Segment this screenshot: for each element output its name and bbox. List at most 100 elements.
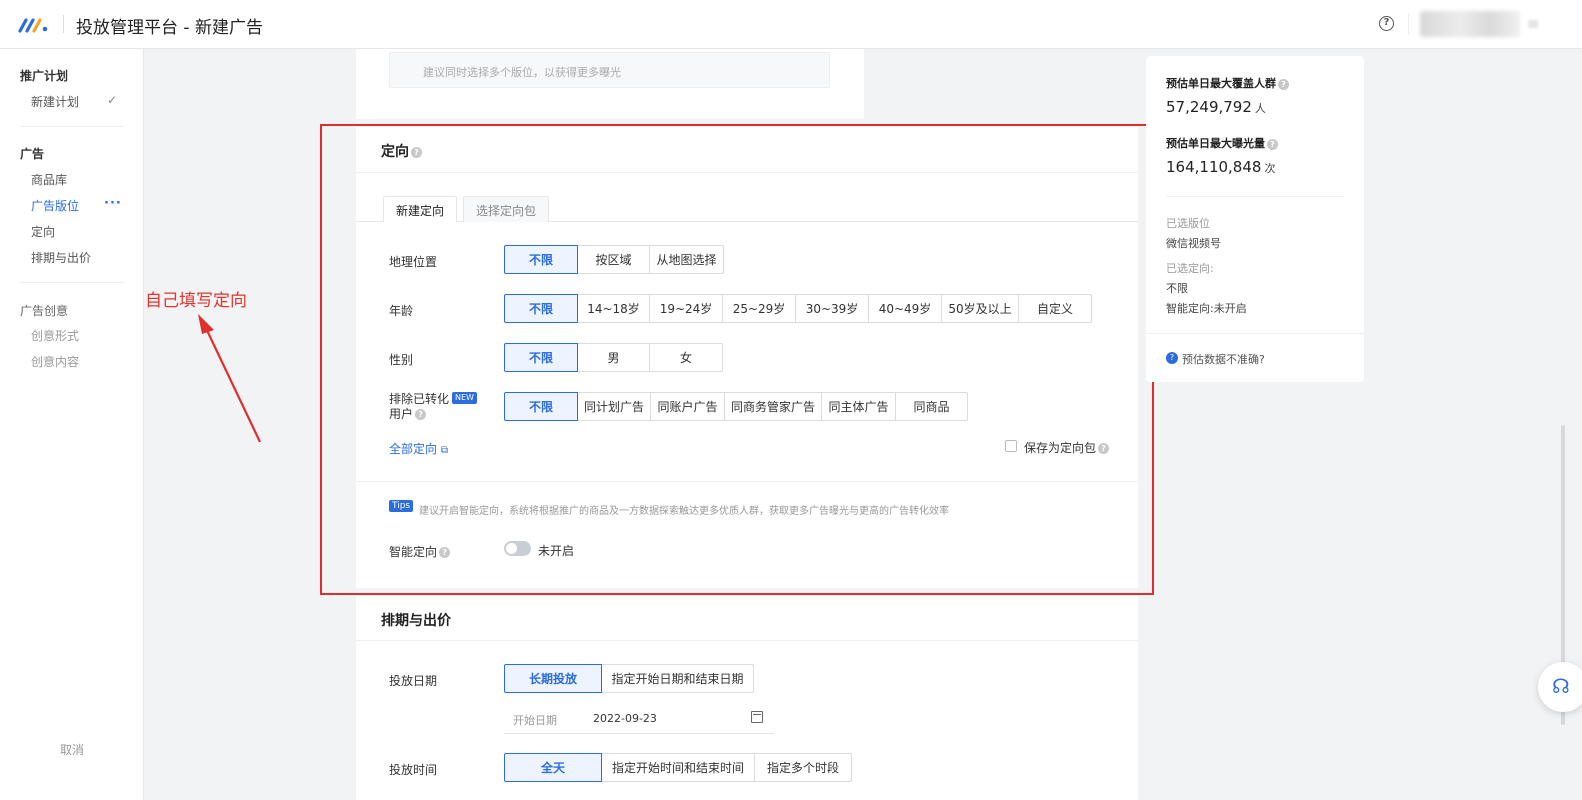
location-label: 地理位置 <box>389 255 438 269</box>
exclude-label-line1: 排除已转化 <box>389 392 450 406</box>
reach-label: 预估单日最大覆盖人群? <box>1166 75 1289 91</box>
exclude-label-line2: 用户 <box>389 407 414 421</box>
save-package-label[interactable]: 保存为定向包? <box>1024 439 1110 456</box>
estimate-feedback-link[interactable]: 预估数据不准确? <box>1182 351 1265 367</box>
sidebar-item-creative-format[interactable]: 创意形式 <box>31 327 79 344</box>
sidebar-divider <box>20 282 124 283</box>
exclude-selector: 不限 同计划广告 同账户广告 同商务管家广告 同主体广告 同商品 <box>504 392 968 421</box>
impression-unit: 次 <box>1264 162 1276 175</box>
user-menu-blurred[interactable] <box>1528 20 1538 28</box>
gender-selector: 不限 男 女 <box>504 343 723 372</box>
exclude-option-any[interactable]: 不限 <box>504 392 578 421</box>
age-option-14-18[interactable]: 14~18岁 <box>577 294 650 323</box>
title-divider <box>356 640 1138 641</box>
impression-value: 164,110,848 次 <box>1166 158 1275 176</box>
smart-targeting-toggle[interactable] <box>504 541 531 556</box>
age-option-25-29[interactable]: 25~29岁 <box>722 294 796 323</box>
age-option-30-39[interactable]: 30~39岁 <box>795 294 869 323</box>
save-package-checkbox[interactable] <box>1005 440 1017 452</box>
location-option-region[interactable]: 按区域 <box>577 245 650 274</box>
selected-placement-value: 微信视频号 <box>1166 237 1221 250</box>
headset-icon: ☊ <box>1552 674 1570 698</box>
sidebar-item-ad-placement[interactable]: 广告版位 <box>31 197 79 214</box>
help-icon[interactable]: ? <box>1379 16 1394 31</box>
age-option-19-24[interactable]: 19~24岁 <box>649 294 723 323</box>
panel-divider <box>1166 196 1344 197</box>
time-option-range[interactable]: 指定开始时间和结束时间 <box>601 753 755 782</box>
targeting-title-text: 定向 <box>381 144 409 160</box>
question-icon[interactable]: ? <box>1267 138 1278 150</box>
question-icon[interactable]: ? <box>439 547 451 558</box>
location-selector: 不限 按区域 从地图选择 <box>504 245 724 274</box>
all-targeting-text[interactable]: 全部定向 <box>389 442 437 456</box>
date-option-range[interactable]: 指定开始日期和结束日期 <box>601 664 754 693</box>
age-option-any[interactable]: 不限 <box>504 294 578 323</box>
panel-divider <box>1146 333 1364 334</box>
exclude-option-same-account[interactable]: 同账户广告 <box>650 392 725 421</box>
age-label: 年龄 <box>389 304 414 318</box>
age-selector: 不限 14~18岁 19~24岁 25~29岁 30~39岁 40~49岁 50… <box>504 294 1092 323</box>
smart-targeting-summary: 智能定向:未开启 <box>1166 302 1247 315</box>
date-option-long-term[interactable]: 长期投放 <box>504 664 602 693</box>
gender-label: 性别 <box>389 353 414 367</box>
user-account-blurred[interactable] <box>1420 11 1520 37</box>
tab-select-package[interactable]: 选择定向包 <box>463 196 550 222</box>
gender-option-female[interactable]: 女 <box>649 343 723 372</box>
selected-placement-label: 已选版位 <box>1166 217 1210 230</box>
cancel-button[interactable]: 取消 <box>60 741 84 758</box>
location-option-map[interactable]: 从地图选择 <box>649 245 724 274</box>
impression-label: 预估单日最大曝光量? <box>1166 135 1278 151</box>
app-logo-icon[interactable] <box>18 14 50 34</box>
all-targeting-link[interactable]: 全部定向 ⧉ <box>389 440 448 457</box>
age-option-50-plus[interactable]: 50岁及以上 <box>941 294 1019 323</box>
external-link-icon: ⧉ <box>440 445 448 456</box>
start-date-placeholder: 开始日期 <box>513 714 557 727</box>
age-option-40-49[interactable]: 40~49岁 <box>868 294 942 323</box>
sidebar-divider <box>20 126 124 127</box>
more-dots-icon: ··· <box>104 196 122 211</box>
exclude-option-same-plan[interactable]: 同计划广告 <box>577 392 651 421</box>
time-option-all-day[interactable]: 全天 <box>504 753 602 782</box>
gender-option-any[interactable]: 不限 <box>504 343 578 372</box>
question-icon[interactable]: ? <box>415 409 427 420</box>
selected-targeting-value: 不限 <box>1166 282 1188 295</box>
exclude-option-same-entity[interactable]: 同主体广告 <box>821 392 896 421</box>
question-icon[interactable]: ? <box>411 146 422 158</box>
calendar-icon[interactable] <box>751 711 763 723</box>
question-icon[interactable]: ? <box>1098 443 1110 454</box>
sidebar-group-plan: 推广计划 <box>20 69 69 83</box>
sidebar-item-schedule-bid[interactable]: 排期与出价 <box>31 249 91 266</box>
app-title: 投放管理平台 - 新建广告 <box>76 18 263 38</box>
customer-service-button[interactable]: ☊ <box>1538 662 1582 712</box>
tab-new-targeting[interactable]: 新建定向 <box>383 196 458 222</box>
header-separator <box>1408 14 1409 34</box>
sidebar-group-creative: 广告创意 <box>20 304 69 318</box>
date-label: 投放日期 <box>389 674 438 688</box>
smart-targeting-state: 未开启 <box>538 544 575 558</box>
annotation-arrow-icon <box>198 314 261 443</box>
time-option-multiple[interactable]: 指定多个时段 <box>754 753 852 782</box>
location-option-any[interactable]: 不限 <box>504 245 578 274</box>
sidebar-item-creative-content[interactable]: 创意内容 <box>31 353 79 370</box>
age-option-custom[interactable]: 自定义 <box>1018 294 1092 323</box>
question-icon[interactable]: ? <box>1278 78 1289 90</box>
gender-option-male[interactable]: 男 <box>577 343 650 372</box>
top-header: 投放管理平台 - 新建广告 ? <box>0 0 1582 49</box>
save-package-text[interactable]: 保存为定向包 <box>1024 441 1096 455</box>
placement-hint: 建议同时选择多个版位，以获得更多曝光 <box>389 52 830 88</box>
start-date-value[interactable]: 2022-09-23 <box>593 712 657 725</box>
header-divider <box>63 15 64 33</box>
time-label: 投放时间 <box>389 763 438 777</box>
impression-label-text: 预估单日最大曝光量 <box>1166 137 1265 150</box>
sidebar-item-product-library[interactable]: 商品库 <box>31 171 67 188</box>
check-icon: ✓ <box>107 93 118 107</box>
exclude-option-same-business-manager[interactable]: 同商务管家广告 <box>724 392 822 421</box>
time-selector: 全天 指定开始时间和结束时间 指定多个时段 <box>504 753 852 782</box>
tips-text: 建议开启智能定向，系统将根据推广的商品及一方数据探索触达更多优质人群，获取更多广… <box>419 506 949 517</box>
sidebar-item-new-plan[interactable]: 新建计划 <box>31 93 79 110</box>
sidebar-item-targeting[interactable]: 定向 <box>31 223 55 240</box>
reach-value: 57,249,792 人 <box>1166 98 1266 116</box>
smart-targeting-label: 智能定向? <box>389 543 451 560</box>
date-selector: 长期投放 指定开始日期和结束日期 <box>504 664 754 693</box>
exclude-option-same-product[interactable]: 同商品 <box>895 392 968 421</box>
